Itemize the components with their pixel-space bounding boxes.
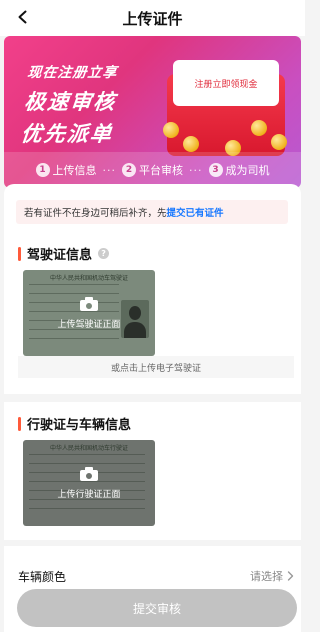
notice-text: 若有证件不在身边可稍后补齐，先: [24, 208, 167, 219]
gold-coin-icon: [163, 122, 179, 138]
vehicle-licence-section-title: 行驶证与车辆信息: [18, 414, 131, 433]
gold-coin-icon: [251, 120, 267, 136]
step-separator: ···: [102, 163, 116, 177]
chevron-left-icon: [18, 10, 27, 24]
vehicle-color-select[interactable]: 请选择: [250, 568, 294, 584]
notice-bar: 若有证件不在身边可稍后补齐，先 提交已有证件: [16, 200, 288, 224]
banner-slogan: 现在注册立享 极速审核 优先派单: [19, 62, 120, 148]
upload-e-licence-link[interactable]: 或点击上传电子驾驶证: [18, 356, 294, 378]
section-title-text: 驾驶证信息: [27, 248, 93, 263]
step-label: 上传信息: [52, 164, 97, 177]
step-label: 平台审核: [139, 164, 183, 177]
gold-coin-icon: [183, 136, 199, 152]
section-divider: [4, 394, 301, 402]
back-button[interactable]: [12, 6, 34, 28]
submit-existing-docs-link[interactable]: 提交已有证件: [167, 205, 224, 219]
vehicle-color-label: 车辆颜色: [18, 569, 67, 584]
camera-icon: [80, 296, 98, 311]
upload-form-card: 若有证件不在身边可稍后补齐，先 提交已有证件 驾驶证信息 ? 中华人民共和国机动…: [4, 184, 301, 632]
upload-label: 上传行驶证正面: [57, 489, 121, 500]
section-divider: [4, 540, 301, 546]
help-icon[interactable]: ?: [98, 248, 110, 259]
upload-label: 上传驾驶证正面: [57, 319, 121, 330]
nav-bar: 上传证件: [0, 0, 305, 36]
step-number: 1: [35, 163, 50, 177]
driver-licence-section-title: 驾驶证信息 ?: [18, 244, 110, 263]
step-become-driver: 3 成为司机: [208, 162, 270, 178]
camera-icon: [80, 466, 98, 481]
vehicle-licence-uploader: 中华人民共和国机动车行驶证 上传行驶证正面: [18, 440, 294, 526]
driver-licence-uploader: 中华人民共和国机动车驾驶证 上传驾驶证正面 或点击上传电子驾驶证: [18, 270, 294, 378]
upload-overlay: 上传行驶证正面: [23, 440, 155, 526]
gold-coin-icon: [271, 134, 287, 150]
red-envelope: 注册立即领现金: [163, 52, 287, 156]
progress-steps: 1 上传信息 ··· 2 平台审核 ··· 3 成为司机: [4, 152, 301, 188]
vehicle-licence-upload-button[interactable]: 中华人民共和国机动车行驶证 上传行驶证正面: [23, 440, 155, 526]
section-accent-bar: [18, 416, 21, 431]
section-accent-bar: [18, 246, 21, 261]
slogan-line-3: 优先派单: [19, 122, 115, 146]
step-separator: ···: [189, 163, 203, 177]
promo-banner[interactable]: 现在注册立享 极速审核 优先派单 注册立即领现金 1 上传信息 ··· 2 平台…: [4, 36, 301, 188]
slogan-line-1: 现在注册立享: [26, 65, 119, 81]
step-number: 3: [208, 163, 223, 177]
slogan-line-2: 极速审核: [23, 90, 118, 114]
page-title: 上传证件: [122, 9, 183, 28]
vehicle-color-value: 请选择: [250, 570, 283, 583]
chevron-right-icon: [287, 571, 294, 581]
vehicle-color-row[interactable]: 车辆颜色 请选择: [18, 566, 294, 586]
step-label: 成为司机: [225, 164, 270, 177]
upload-overlay: 上传驾驶证正面: [23, 270, 155, 356]
envelope-card: 注册立即领现金: [173, 60, 279, 106]
step-platform-review: 2 平台审核: [122, 162, 183, 178]
submit-review-button[interactable]: 提交审核: [17, 589, 297, 627]
section-title-text: 行驶证与车辆信息: [27, 418, 132, 433]
step-number: 2: [122, 163, 136, 177]
step-upload-info: 1 上传信息: [35, 162, 97, 178]
driver-licence-upload-button[interactable]: 中华人民共和国机动车驾驶证 上传驾驶证正面: [23, 270, 155, 356]
